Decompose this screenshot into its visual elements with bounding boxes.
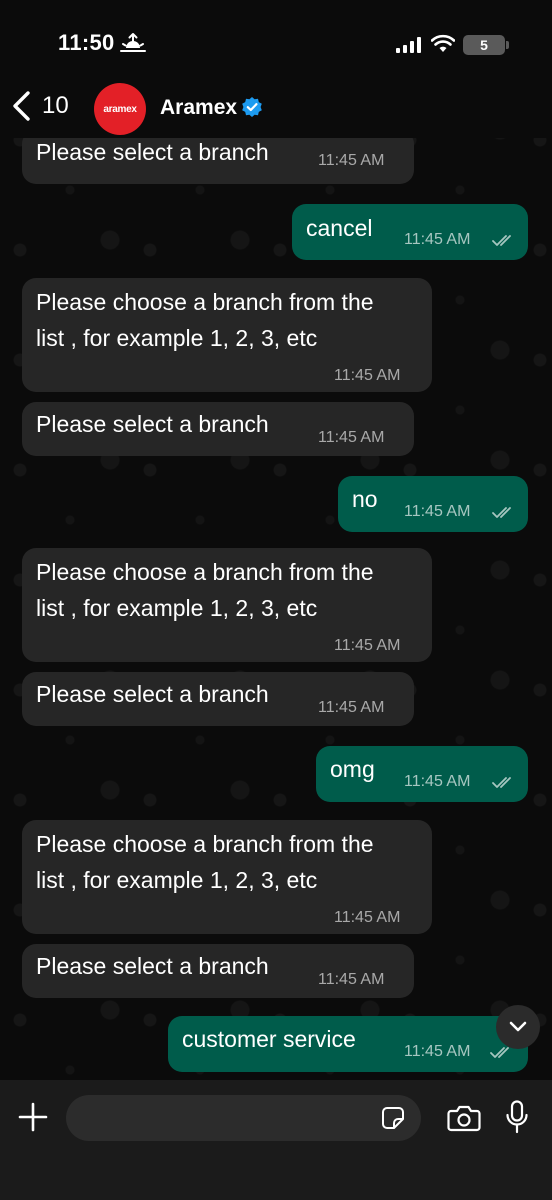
message-time: 11:45 AM — [334, 367, 401, 384]
verified-badge-icon — [242, 97, 262, 117]
message-text: Please select a branch — [36, 681, 269, 707]
chat-header: 10 aramex Aramex — [0, 78, 552, 138]
message-text: Please select a branch — [36, 411, 269, 437]
message-time: 11:45 AM — [318, 429, 385, 446]
chevron-down-icon — [509, 1021, 527, 1032]
message-time: 11:45 AM — [318, 152, 385, 169]
message-bubble-incoming[interactable]: Please select a branch 11:45 AM — [22, 672, 414, 726]
double-check-icon — [492, 507, 511, 518]
double-check-icon — [492, 777, 511, 788]
message-bubble-incoming[interactable]: Please select a branch 11:45 AM — [22, 138, 414, 184]
message-text: omg — [330, 756, 375, 782]
message-time: 11:45 AM — [404, 773, 471, 790]
message-time: 11:45 AM — [334, 909, 401, 926]
plus-icon[interactable] — [18, 1102, 48, 1132]
message-time: 11:45 AM — [318, 971, 385, 988]
status-bar: 11:50 5 — [0, 0, 552, 78]
wifi-icon — [431, 34, 455, 52]
back-button[interactable]: 10 — [10, 86, 69, 126]
cellular-signal-icon — [396, 37, 421, 53]
avatar[interactable]: aramex — [94, 83, 146, 135]
aramex-logo: aramex — [103, 103, 137, 115]
sunrise-icon — [120, 33, 146, 52]
message-text: no — [352, 486, 378, 512]
message-time: 11:45 AM — [404, 231, 471, 248]
message-time: 11:45 AM — [404, 1043, 471, 1060]
chevron-left-icon — [13, 91, 30, 121]
message-text: cancel — [306, 215, 373, 241]
message-bubble-incoming[interactable]: Please select a branch 11:45 AM — [22, 944, 414, 998]
message-bubble-incoming[interactable]: Please choose a branch from the list , f… — [22, 278, 432, 392]
status-time: 11:50 — [58, 30, 115, 55]
message-input[interactable] — [66, 1095, 421, 1141]
message-bubble-incoming[interactable]: Please select a branch 11:45 AM — [22, 402, 414, 456]
message-bubble-outgoing[interactable]: cancel 11:45 AM — [292, 204, 528, 260]
double-check-icon — [492, 235, 511, 246]
message-text: Please select a branch — [36, 139, 269, 165]
contact-name[interactable]: Aramex — [160, 96, 237, 120]
message-composer — [0, 1080, 552, 1200]
message-time: 11:45 AM — [404, 503, 471, 520]
message-list[interactable]: Please select a branch 11:45 AM cancel 1… — [0, 138, 552, 1080]
battery-icon: 5 — [463, 35, 509, 55]
battery-level: 5 — [480, 37, 488, 53]
unread-count: 10 — [42, 92, 69, 119]
message-text: Please choose a branch from the list , f… — [36, 289, 374, 351]
message-bubble-incoming[interactable]: Please choose a branch from the list , f… — [22, 548, 432, 662]
sticker-icon[interactable] — [381, 1106, 405, 1130]
message-time: 11:45 AM — [334, 637, 401, 654]
message-bubble-outgoing[interactable]: omg 11:45 AM — [316, 746, 528, 802]
scroll-to-bottom-button[interactable] — [496, 1005, 540, 1049]
message-text: customer service — [182, 1026, 356, 1052]
message-bubble-outgoing[interactable]: customer service 11:45 AM — [168, 1016, 528, 1072]
camera-icon[interactable] — [447, 1104, 481, 1132]
message-text: Please select a branch — [36, 953, 269, 979]
message-bubble-outgoing[interactable]: no 11:45 AM — [338, 476, 528, 532]
message-text: Please choose a branch from the list , f… — [36, 559, 374, 621]
message-time: 11:45 AM — [318, 699, 385, 716]
message-bubble-incoming[interactable]: Please choose a branch from the list , f… — [22, 820, 432, 934]
microphone-icon[interactable] — [505, 1100, 529, 1134]
message-text: Please choose a branch from the list , f… — [36, 831, 374, 893]
